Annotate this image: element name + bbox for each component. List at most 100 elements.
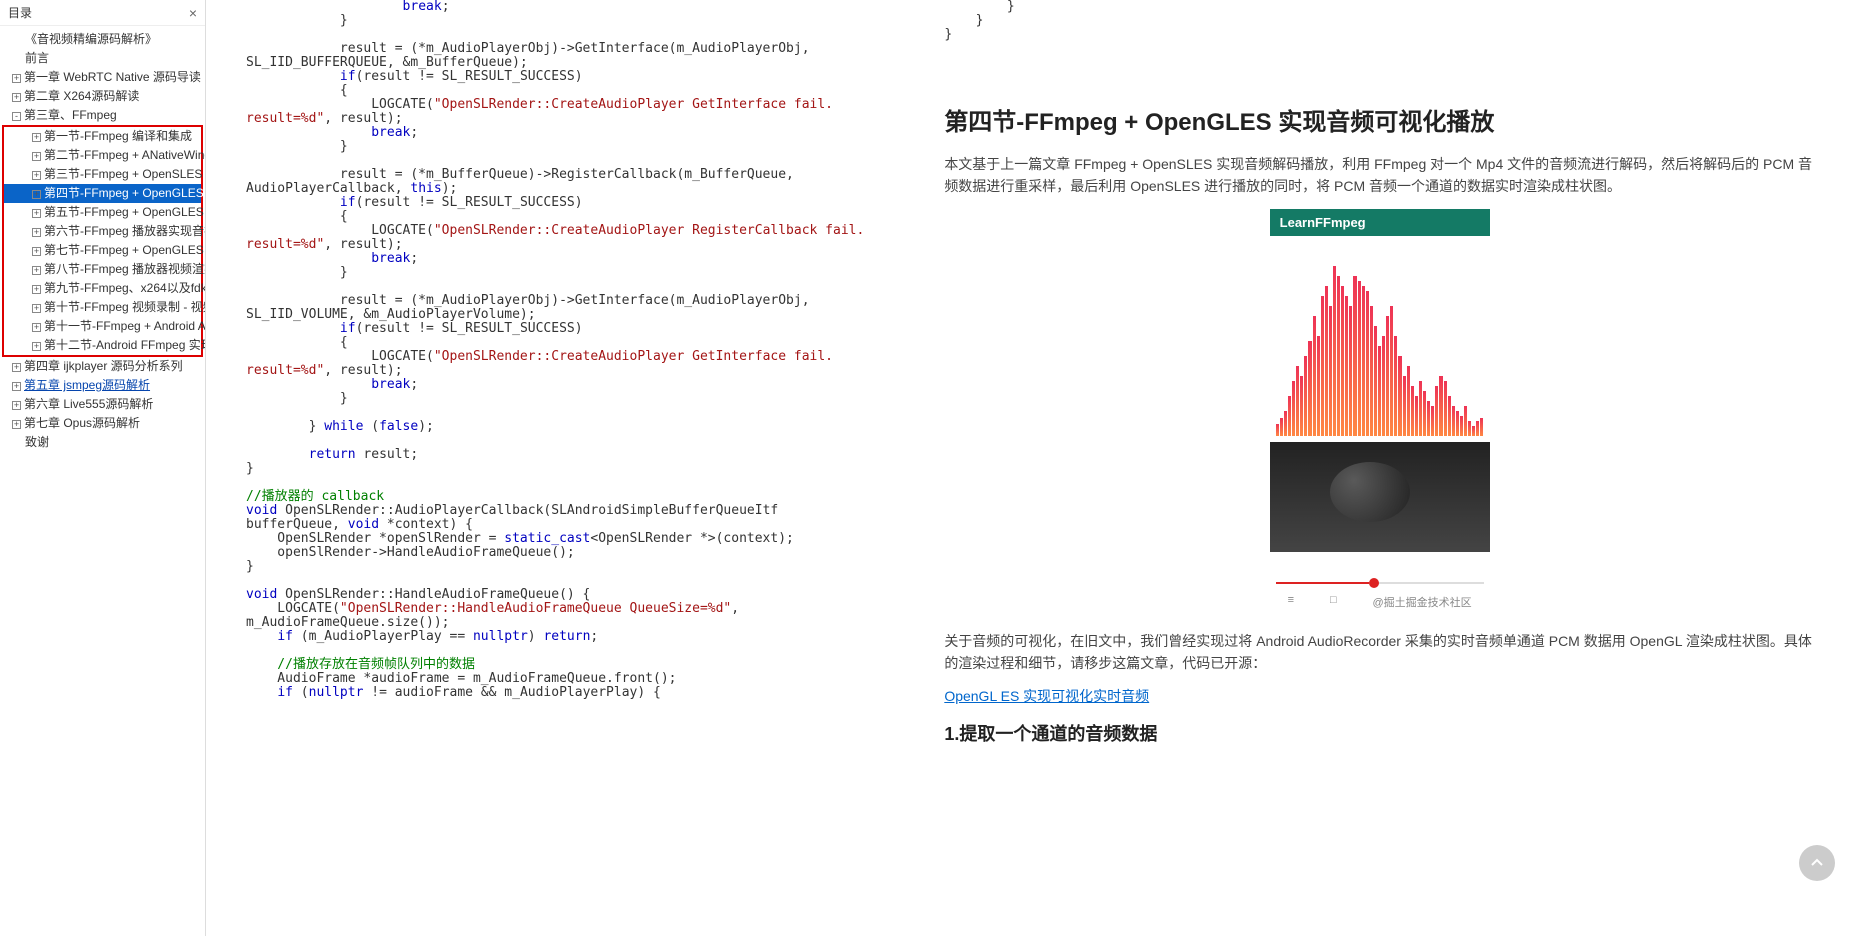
outline-item[interactable]: +第六节-FFmpeg 播放器实现音视频同步	[4, 222, 201, 241]
expand-toggle-icon[interactable]: +	[32, 304, 41, 313]
expand-toggle-icon[interactable]: +	[32, 323, 41, 332]
square-icon[interactable]: □	[1330, 594, 1337, 610]
vis-bar	[1435, 386, 1438, 436]
vis-bar	[1480, 418, 1483, 436]
outline-item[interactable]: +第十节-FFmpeg 视频录制 - 视频添加滤	[4, 298, 201, 317]
section-heading-1: 1.提取一个通道的音频数据	[944, 720, 1815, 746]
audio-visualizer	[1270, 236, 1490, 436]
expand-toggle-icon[interactable]: -	[12, 112, 21, 121]
outline-item[interactable]: +第一节-FFmpeg 编译和集成	[4, 127, 201, 146]
vis-bar	[1317, 336, 1320, 436]
outline-item-label: 第八节-FFmpeg 播放器视频渲染优化	[44, 262, 206, 276]
vis-bar	[1300, 376, 1303, 436]
vis-bar	[1468, 421, 1471, 436]
outline-item-label: 第七节-FFmpeg + OpenGLES 实现 3	[44, 243, 206, 257]
vis-bar	[1472, 426, 1475, 436]
article-column: } } } 第四节-FFmpeg + OpenGLES 实现音频可视化播放 本文…	[944, 0, 1815, 754]
mini-code-tail: } } }	[944, 0, 1815, 42]
expand-toggle-icon[interactable]: +	[32, 285, 41, 294]
vis-bar	[1394, 336, 1397, 436]
vis-bar	[1403, 376, 1406, 436]
outline-item-label: 第十节-FFmpeg 视频录制 - 视频添加滤	[44, 300, 206, 314]
expand-toggle-icon[interactable]: +	[32, 133, 41, 142]
outline-item-label: 第六节-FFmpeg 播放器实现音视频同步	[44, 224, 206, 238]
menu-icon[interactable]: ≡	[1288, 594, 1294, 610]
vis-bar	[1448, 396, 1451, 436]
vis-bar	[1427, 401, 1430, 436]
outline-item[interactable]: +第九节-FFmpeg、x264以及fdk-aac 编	[4, 279, 201, 298]
scroll-to-top-button[interactable]	[1799, 845, 1835, 881]
phone-app-header: LearnFFmpeg	[1270, 209, 1490, 236]
expand-toggle-icon[interactable]: +	[12, 420, 21, 429]
vis-bar	[1337, 276, 1340, 436]
vis-bar	[1390, 306, 1393, 436]
phone-footer-text: @掘土掘金技术社区	[1373, 594, 1472, 610]
article-title: 第四节-FFmpeg + OpenGLES 实现音频可视化播放	[944, 102, 1815, 137]
expand-toggle-icon[interactable]: +	[32, 209, 41, 218]
phone-nav: ≡ □ @掘土掘金技术社区	[1270, 590, 1490, 614]
vis-bar	[1358, 281, 1361, 436]
chevron-up-icon	[1809, 855, 1825, 871]
outline-item[interactable]: +第四章 ijkplayer 源码分析系列	[0, 357, 205, 376]
outline-item-label: 第三节-FFmpeg + OpenSLES 实现音	[44, 167, 206, 181]
outline-item[interactable]: +第六章 Live555源码解析	[0, 395, 205, 414]
outline-item[interactable]: +第七章 Opus源码解析	[0, 414, 205, 433]
expand-toggle-icon[interactable]: +	[12, 401, 21, 410]
outline-item[interactable]: -第三章、FFmpeg	[0, 106, 205, 125]
outline-item[interactable]: +第七节-FFmpeg + OpenGLES 实现 3	[4, 241, 201, 260]
vis-bar	[1374, 326, 1377, 436]
vis-bar	[1288, 396, 1291, 436]
vis-bar	[1415, 396, 1418, 436]
expand-toggle-icon[interactable]: +	[12, 382, 21, 391]
close-icon[interactable]: ×	[189, 5, 197, 21]
outline-item-label: 第十二节-Android FFmpeg 实现带滤镜	[44, 338, 206, 352]
vis-bar	[1292, 381, 1295, 436]
expand-toggle-icon[interactable]: +	[12, 74, 21, 83]
outline-item-label: 第七章 Opus源码解析	[24, 416, 140, 430]
outline-item[interactable]: +第一章 WebRTC Native 源码导读	[0, 68, 205, 87]
vis-bar	[1341, 286, 1344, 436]
vis-bar	[1452, 406, 1455, 436]
outline-item[interactable]: +第三节-FFmpeg + OpenSLES 实现音	[4, 165, 201, 184]
outline-item[interactable]: +第五节-FFmpeg + OpenGLES 实现视	[4, 203, 201, 222]
vis-bar	[1386, 316, 1389, 436]
expand-toggle-icon[interactable]: +	[32, 247, 41, 256]
expand-toggle-icon[interactable]: +	[12, 93, 21, 102]
article-link-opengles[interactable]: OpenGL ES 实现可视化实时音频	[944, 688, 1149, 704]
outline-item[interactable]: +第二节-FFmpeg + ANativeWindow 实	[4, 146, 201, 165]
outline-book-title[interactable]: 《音视频精编源码解析》	[0, 30, 205, 49]
expand-toggle-icon[interactable]: +	[32, 152, 41, 161]
outline-item[interactable]: +第八节-FFmpeg 播放器视频渲染优化	[4, 260, 201, 279]
expand-toggle-icon[interactable]: +	[32, 171, 41, 180]
vis-bar	[1456, 411, 1459, 436]
vis-bar	[1476, 421, 1479, 436]
phone-mockup: LearnFFmpeg ≡ □ @掘土掘金技术社区	[1270, 209, 1490, 614]
vis-bar	[1464, 406, 1467, 436]
outline-item-label: 第五章 jsmpeg源码解析	[24, 378, 150, 392]
vis-bar	[1444, 381, 1447, 436]
expand-toggle-icon[interactable]: +	[32, 342, 41, 351]
expand-toggle-icon[interactable]: +	[32, 228, 41, 237]
expand-toggle-icon[interactable]: +	[32, 266, 41, 275]
vis-bar	[1349, 306, 1352, 436]
vis-bar	[1313, 316, 1316, 436]
outline-item-label: 第十一节-FFmpeg + Android AudioR	[44, 319, 206, 333]
vis-bar	[1333, 266, 1336, 436]
outline-item[interactable]: +第二章 X264源码解读	[0, 87, 205, 106]
expand-toggle-icon[interactable]: +	[32, 190, 41, 199]
vis-bar	[1423, 391, 1426, 436]
outline-item[interactable]: +第四节-FFmpeg + OpenGLES 实现音	[4, 184, 201, 203]
vis-bar	[1411, 386, 1414, 436]
expand-toggle-icon[interactable]: +	[12, 363, 21, 372]
outline-item-label: 第一节-FFmpeg 编译和集成	[44, 129, 192, 143]
outline-item-label: 第九节-FFmpeg、x264以及fdk-aac 编	[44, 281, 206, 295]
outline-item[interactable]: +第十一节-FFmpeg + Android AudioR	[4, 317, 201, 336]
article-intro: 本文基于上一篇文章 FFmpeg + OpenSLES 实现音频解码播放，利用 …	[944, 153, 1815, 197]
progress-bar[interactable]	[1276, 582, 1484, 584]
outline-item[interactable]: +第十二节-Android FFmpeg 实现带滤镜	[4, 336, 201, 355]
outline-item[interactable]: +第五章 jsmpeg源码解析	[0, 376, 205, 395]
outline-item-label: 第五节-FFmpeg + OpenGLES 实现视	[44, 205, 206, 219]
video-preview	[1270, 442, 1490, 552]
outline-item[interactable]: 前言	[0, 49, 205, 68]
outline-item[interactable]: 致谢	[0, 433, 205, 452]
